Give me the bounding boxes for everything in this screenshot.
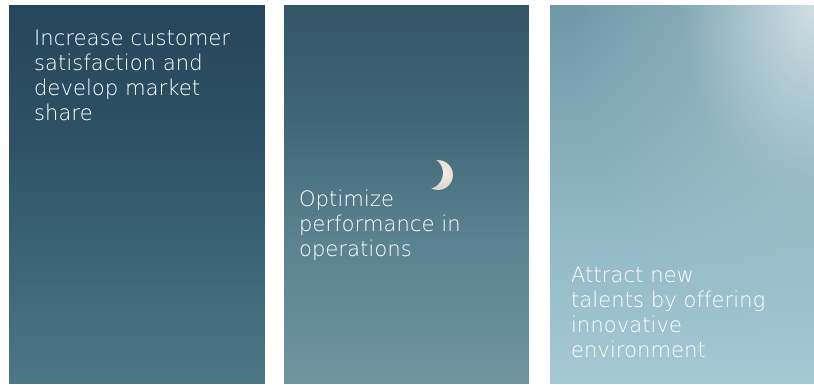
panel-operations: Optimize performance in operations [284, 5, 529, 384]
panel-talents: Attract new talents by offering innovati… [550, 5, 814, 384]
panel-2-text: Optimize performance in operations [299, 187, 461, 261]
panel-customer-satisfaction: Increase customer satisfaction and devel… [9, 5, 265, 384]
panel-3-text: Attract new talents by offering innovati… [571, 263, 766, 362]
slide: Increase customer satisfaction and devel… [0, 0, 814, 385]
panel-1-text: Increase customer satisfaction and devel… [34, 26, 231, 125]
